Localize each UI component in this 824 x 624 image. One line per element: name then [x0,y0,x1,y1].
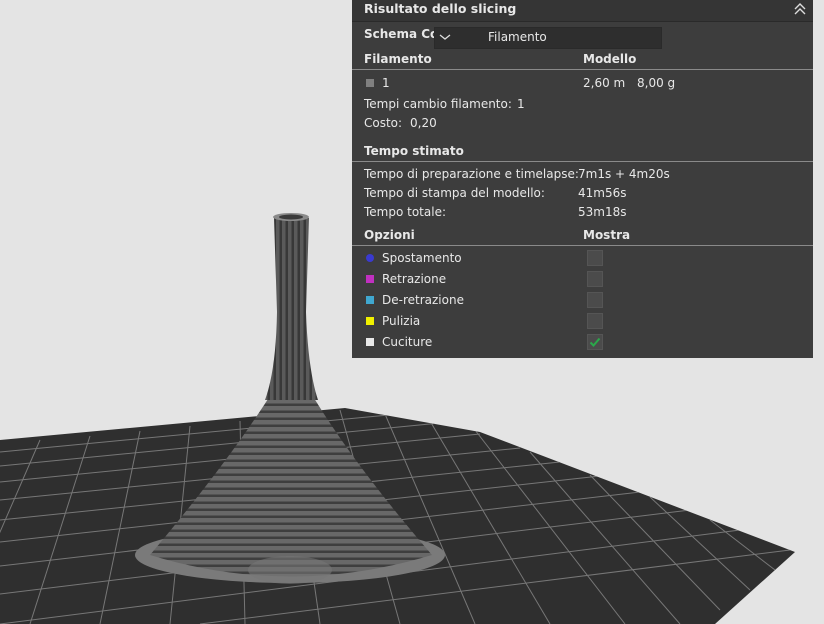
option-retraction-label: Retrazione [382,272,447,286]
chevron-down-icon [439,34,451,40]
divider [352,245,813,246]
show-header: Mostra [583,228,631,242]
collapse-icon[interactable] [793,1,807,17]
option-travel-label: Spostamento [382,251,462,265]
option-wipe-checkbox[interactable] [587,313,603,329]
filament-color-swatch [366,79,374,87]
print-time-label: Tempo di stampa del modello: [364,186,545,200]
option-travel-checkbox[interactable] [587,250,603,266]
option-deretraction-label: De-retrazione [382,293,464,307]
seams-color-swatch [366,338,374,346]
wipe-color-swatch [366,317,374,325]
option-deretraction-checkbox[interactable] [587,292,603,308]
retraction-color-swatch [366,275,374,283]
options-header: Opzioni [364,228,415,242]
total-time-value: 53m18s [578,205,627,219]
estimated-time-header: Tempo stimato [364,144,464,158]
total-time-label: Tempo totale: [364,205,447,219]
model-header: Modello [583,52,637,66]
prep-time-label: Tempo di preparazione e timelapse: [364,167,579,181]
checkmark-icon [589,337,601,347]
filament-weight: 8,00 g [637,76,676,90]
cost-value: 0,20 [410,116,437,130]
filament-changes-value: 1 [517,97,525,111]
filament-header: Filamento [364,52,432,66]
divider [352,161,813,162]
filament-length: 2,60 m [583,76,626,90]
option-seams-checkbox[interactable] [587,334,603,350]
option-seams-label: Cuciture [382,335,433,349]
deretraction-color-swatch [366,296,374,304]
panel-title-bar: Risultato dello slicing [352,0,813,22]
filament-changes-label: Tempi cambio filamento: [364,97,512,111]
prep-time-value: 7m1s + 4m20s [578,167,670,181]
color-scheme-value: Filamento [488,30,547,44]
divider [352,69,813,70]
travel-color-dot [366,254,374,262]
slicing-result-panel: Risultato dello slicing Schema Colore Fi… [352,0,813,358]
option-wipe-label: Pulizia [382,314,421,328]
panel-title: Risultato dello slicing [364,1,517,16]
cost-label: Costo: [364,116,403,130]
option-retraction-checkbox[interactable] [587,271,603,287]
filament-id: 1 [382,76,390,90]
color-scheme-dropdown[interactable]: Filamento [434,27,662,49]
print-time-value: 41m56s [578,186,627,200]
